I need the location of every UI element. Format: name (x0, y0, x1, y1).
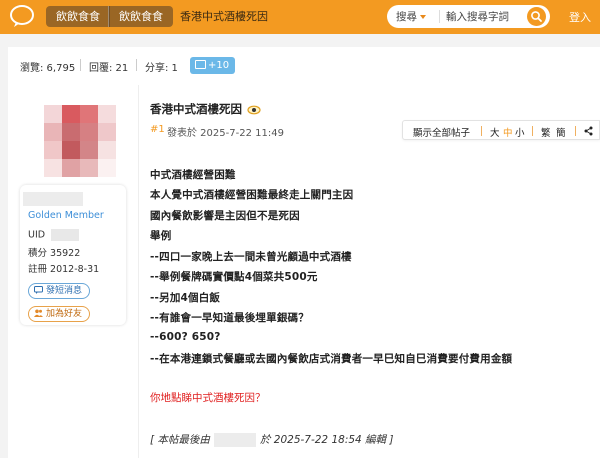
search-icon (531, 11, 542, 22)
divider (80, 59, 81, 71)
breadcrumb-forum-category[interactable]: 飲飲食食 (46, 6, 110, 27)
thread-stats-bar: 瀏覽: 6,795 回覆: 21 分享: 1 +10 (8, 47, 600, 85)
font-size-medium[interactable]: 中 (503, 125, 513, 139)
post-timestamp: 發表於 2025-7-22 11:49 (167, 128, 284, 139)
divider (532, 126, 533, 136)
shares-count: 分享: 1 (145, 63, 178, 74)
username-redacted (23, 192, 83, 206)
post-body-line: 中式酒樓經營困難 (150, 169, 236, 181)
edit-note-suffix: 於 2025-7-22 18:54 編輯 ] (259, 434, 394, 446)
top-bar: 飲飲食食 飲飲食食 香港中式酒樓死因 搜尋 登入 (0, 0, 600, 34)
author-registered: 註冊 2012-8-31 (28, 264, 100, 275)
editor-name-redacted (213, 433, 256, 447)
search-box: 搜尋 (387, 5, 550, 28)
post-options-bar: 顯示全部帖子 大 中 小 繁 簡 (402, 120, 600, 140)
avatar[interactable] (44, 105, 116, 177)
login-link[interactable]: 登入 (569, 9, 591, 25)
search-type-label: 搜尋 (396, 11, 417, 23)
images-count: +10 (208, 60, 230, 71)
post-body-line: --有誰會一早知道最後埋單銀碼？ (150, 312, 309, 324)
post-body-line: --舉例餐牌碼實價點4個菜共500元 (150, 271, 318, 283)
chat-bubble-logo-icon[interactable] (9, 4, 35, 28)
eye-icon[interactable] (247, 105, 261, 115)
divider (481, 126, 482, 136)
add-friend-button[interactable]: 加為好友 (28, 306, 91, 322)
post-body-line: --另加4個白飯 (150, 292, 221, 304)
search-type-dropdown[interactable]: 搜尋 (396, 9, 426, 24)
search-input[interactable] (441, 7, 521, 26)
post-title: 香港中式酒樓死因 (150, 101, 261, 117)
share-icon[interactable] (584, 126, 593, 136)
post-body-line: 國內餐飲影響是主因但不是死因 (150, 210, 300, 222)
post-body-line: 舉例 (150, 230, 172, 242)
edit-note-prefix: [ 本帖最後由 (150, 434, 210, 446)
font-size-small[interactable]: 小 (515, 125, 525, 139)
message-icon (34, 286, 43, 294)
edit-note: [ 本帖最後由 於 2025-7-22 18:54 編輯 ] (150, 432, 393, 447)
images-badge[interactable]: +10 (190, 57, 235, 74)
send-message-label: 發短消息 (46, 286, 83, 296)
divider (439, 10, 440, 23)
image-icon (195, 60, 206, 69)
add-friend-icon (34, 309, 43, 317)
add-friend-label: 加為好友 (46, 309, 83, 319)
post-body-line: --600? 650? (150, 331, 221, 343)
uid-redacted (51, 229, 80, 241)
search-button[interactable] (527, 7, 546, 26)
chevron-down-icon (420, 15, 426, 19)
divider (575, 126, 576, 136)
author-points: 積分 35922 (28, 248, 81, 259)
author-uid: UID (28, 229, 80, 241)
post-body-line: 本人覺中式酒樓經營困難最終走上關門主因 (150, 189, 354, 201)
post-body-line: --在本港連鎖式餐廳或去國內餐飲店式消費者一早巳知自巳消費要付費用金額 (150, 353, 513, 365)
send-message-button[interactable]: 發短消息 (28, 283, 91, 299)
replies-count: 回覆: 21 (89, 63, 129, 74)
views-count: 瀏覽: 6,795 (20, 63, 76, 74)
breadcrumb-thread[interactable]: 香港中式酒樓死因 (170, 6, 278, 27)
font-size-large[interactable]: 大 (490, 125, 500, 139)
traditional-chinese-button[interactable]: 繁 (541, 125, 551, 139)
simplified-chinese-button[interactable]: 簡 (556, 125, 566, 139)
post-body-line: --四口一家晚上去一間未曾光顧過中式酒樓 (150, 251, 352, 263)
floor-number[interactable]: #1 (150, 124, 165, 135)
author-rank: Golden Member (28, 210, 104, 221)
post-title-text: 香港中式酒樓死因 (150, 102, 242, 116)
show-all-posts-button[interactable]: 顯示全部帖子 (413, 125, 470, 139)
post-question: 你地點睇中式酒樓死因？ (150, 392, 266, 404)
divider (136, 59, 137, 71)
uid-label: UID (28, 229, 46, 241)
breadcrumb-forum[interactable]: 飲飲食食 (108, 6, 173, 27)
